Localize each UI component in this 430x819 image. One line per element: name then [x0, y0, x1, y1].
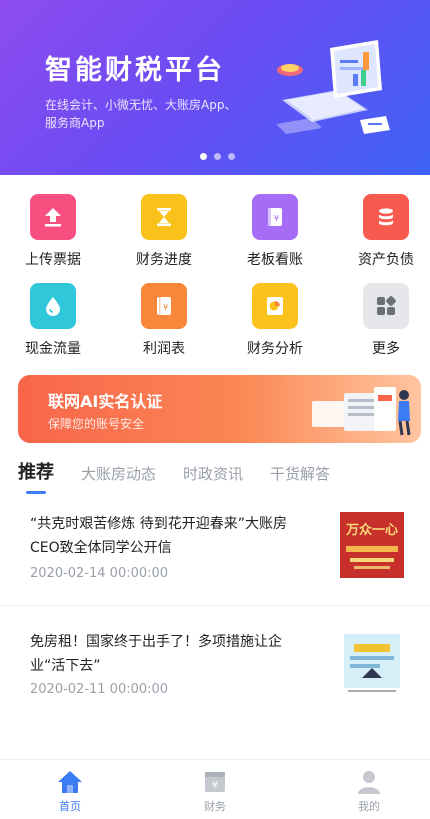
news-date: 2020-02-14 00:00:00 [30, 566, 169, 581]
feature-grid: 上传票据 财务进度 ¥ 老板看账 资产负债 现金流量 ¥ 利润表 财务分析 更多 [0, 190, 430, 370]
news-tabs: 推荐 大账房动态 时政资讯 干货解答 [18, 458, 357, 494]
news-thumbnail: 万众一心 [340, 512, 404, 578]
grid-item-label: 资产负债 [358, 252, 414, 268]
news-headline: 免房租！国家终于出手了！多项措施让企业“活下去” [30, 634, 282, 674]
tab-recommended[interactable]: 推荐 [18, 458, 54, 494]
news-divider [0, 605, 430, 606]
hourglass-icon [141, 194, 187, 240]
svg-text:¥: ¥ [163, 303, 168, 312]
carousel-dot[interactable] [214, 153, 221, 160]
grid-item-income-statement[interactable]: ¥ 利润表 [119, 283, 209, 358]
grid-item-label: 财务分析 [247, 341, 303, 357]
grid-item-label: 更多 [372, 341, 400, 357]
nav-label: 首页 [59, 800, 81, 813]
notebook-icon: ¥ [141, 283, 187, 329]
finance-icon: ¥ [205, 772, 225, 792]
nav-label: 我的 [358, 800, 380, 813]
ledger-icon: ¥ [252, 194, 298, 240]
active-tab-indicator [26, 491, 46, 494]
news-date: 2020-02-11 00:00:00 [30, 682, 169, 697]
bottom-nav: 首页 ¥ 财务 我的 [0, 759, 430, 819]
promo-subtitle: 保障您的账号安全 [48, 417, 145, 431]
laptop-illustration [276, 40, 390, 134]
more-grid-icon [363, 283, 409, 329]
tab-company-news[interactable]: 大账房动态 [81, 463, 156, 484]
svg-text:¥: ¥ [274, 214, 279, 223]
news-item[interactable]: “共克时艰苦修炼 待到花开迎春来”大账房CEO致全体同学公开信 2020-02-… [0, 512, 430, 630]
nav-home[interactable]: 首页 [30, 770, 110, 814]
grid-item-label: 老板看账 [247, 252, 303, 268]
water-drop-icon [30, 283, 76, 329]
banner-title: 智能财税平台 [45, 55, 225, 86]
news-headline: “共克时艰苦修炼 待到花开迎春来”大账房CEO致全体同学公开信 [30, 516, 287, 556]
tab-qa[interactable]: 干货解答 [270, 463, 330, 484]
grid-item-label: 利润表 [143, 341, 185, 357]
tab-label: 推荐 [18, 462, 54, 483]
profile-icon [358, 771, 380, 794]
carousel-dots[interactable] [200, 153, 235, 160]
pie-chart-icon [252, 283, 298, 329]
database-icon [363, 194, 409, 240]
grid-item-balance-sheet[interactable]: 资产负债 [341, 194, 430, 269]
grid-item-label: 上传票据 [25, 252, 81, 268]
carousel-dot[interactable] [200, 153, 207, 160]
grid-item-label: 现金流量 [25, 341, 81, 357]
grid-item-cash-flow[interactable]: 现金流量 [8, 283, 98, 358]
grid-item-upload-receipts[interactable]: 上传票据 [8, 194, 98, 269]
grid-item-finance-analysis[interactable]: 财务分析 [230, 283, 320, 358]
grid-item-boss-ledger[interactable]: ¥ 老板看账 [230, 194, 320, 269]
grid-item-label: 财务进度 [136, 252, 192, 268]
nav-finance[interactable]: ¥ 财务 [175, 770, 255, 814]
news-item[interactable]: 免房租！国家终于出手了！多项措施让企业“活下去” 2020-02-11 00:0… [0, 630, 430, 748]
grid-item-finance-progress[interactable]: 财务进度 [119, 194, 209, 269]
news-thumbnail [340, 630, 404, 696]
svg-text:¥: ¥ [212, 780, 218, 791]
ai-verification-banner[interactable]: 联网AI实名认证 保障您的账号安全 [18, 375, 421, 443]
upload-icon [30, 194, 76, 240]
carousel-dot[interactable] [228, 153, 235, 160]
hero-banner[interactable]: 智能财税平台 在线会计、小微无忧、大账房App、服务商App [0, 0, 430, 175]
thumbnail-text: 万众一心 [345, 522, 398, 538]
promo-title: 联网AI实名认证 [48, 392, 163, 411]
home-icon [58, 771, 82, 793]
grid-item-more[interactable]: 更多 [341, 283, 430, 358]
banner-subtitle: 在线会计、小微无忧、大账房App、服务商App [45, 98, 237, 130]
nav-profile[interactable]: 我的 [329, 770, 409, 814]
tab-policy-news[interactable]: 时政资讯 [183, 463, 243, 484]
nav-label: 财务 [204, 800, 226, 813]
server-illustration [312, 387, 411, 436]
